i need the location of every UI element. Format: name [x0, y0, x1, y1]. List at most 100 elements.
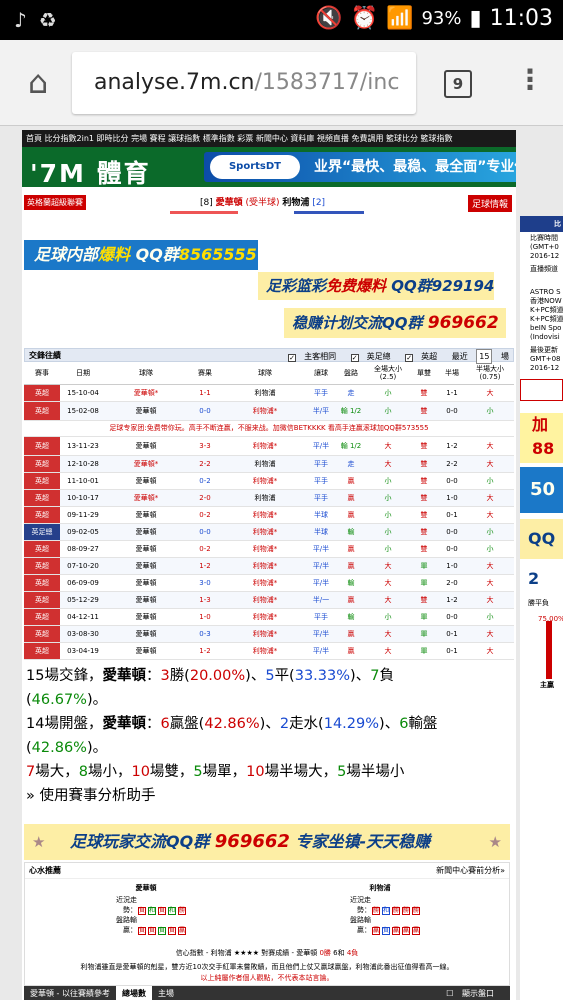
- home-team[interactable]: 愛華頓: [216, 198, 243, 208]
- away-team[interactable]: 利物浦: [282, 198, 309, 208]
- away-team-cell[interactable]: 利物浦*: [224, 523, 306, 541]
- recent-count-select[interactable]: 15: [476, 349, 493, 364]
- halftime-total-cell: 大: [466, 591, 514, 609]
- table-row[interactable]: 英足總 09-02-05 愛華頓 0-0 利物浦* 半球輸小雙 0-0 小: [24, 523, 514, 541]
- handicap-cell: 平/半: [306, 625, 336, 643]
- away-team-cell[interactable]: 利物浦*: [224, 574, 306, 592]
- tips-more-link[interactable]: 新聞中心賽前分析»: [436, 863, 505, 879]
- recent-label: 最近: [451, 352, 468, 361]
- away-team-cell[interactable]: 利物浦*: [224, 472, 306, 490]
- fa-cup-option[interactable]: ✓ 英足總: [345, 352, 391, 362]
- epl-option[interactable]: ✓ 英超: [399, 352, 437, 362]
- table-row[interactable]: 英超 04-12-11 愛華頓 1-0 利物浦* 平手輸小單 0-0 小: [24, 608, 514, 626]
- site-logo[interactable]: '7M 體育: [30, 154, 151, 187]
- column-header: 半場: [438, 362, 466, 385]
- top-navigation[interactable]: 首頁 比分指數2in1 即時比分 完場 賽程 讓球指數 標準指數 彩票 新聞中心…: [22, 130, 516, 147]
- summary-team: 愛華頓: [102, 716, 146, 732]
- table-row[interactable]: 英超 11-10-01 愛華頓 0-2 利物浦* 平手贏小雙 0-0 小: [24, 472, 514, 490]
- home-team-cell[interactable]: 愛華頓: [106, 642, 186, 660]
- league-cell: 英超: [24, 384, 60, 402]
- table-row[interactable]: 英超 15-02-08 愛華頓 0-0 利物浦* 半/平輸 1/2 小雙 0-0 小: [24, 401, 514, 421]
- result-cell: 贏: [336, 591, 366, 609]
- away-team-cell[interactable]: 利物浦*: [224, 401, 306, 421]
- home-team-cell[interactable]: 愛華頓*: [106, 384, 186, 402]
- table-row[interactable]: 英超 09-11-29 愛華頓 0-2 利物浦* 半球贏小雙 0-1 大: [24, 506, 514, 524]
- checkbox-icon[interactable]: ✓: [288, 354, 297, 362]
- date-cell: 05-12-29: [60, 591, 106, 609]
- checkbox-icon[interactable]: ✓: [405, 354, 414, 362]
- show-odds-toggle[interactable]: ☐ 顯示盤口: [440, 986, 506, 1000]
- away-team-cell[interactable]: 利物浦: [224, 489, 306, 507]
- league-cell: 英超: [24, 608, 60, 626]
- table-row[interactable]: 英超 08-09-27 愛華頓 0-2 利物浦* 平/半贏小雙 0-0 小: [24, 540, 514, 558]
- tab-total[interactable]: 總場數: [115, 986, 152, 1000]
- odd-even-cell: 雙: [410, 401, 438, 421]
- same-venue-option[interactable]: ✓ 主客相同: [282, 352, 336, 362]
- banner-ad[interactable]: SportsDT 业界“最快、最稳、最全面”专业体育数据服: [204, 152, 516, 182]
- ad-qq-group-star[interactable]: ★ 足球玩家交流QQ群 969662 专家坐镇-天天稳赚 ★: [24, 824, 510, 860]
- last-updated: 最後更新 GMT+08 2016-12: [520, 344, 563, 375]
- tab-home[interactable]: 主場: [152, 986, 180, 1000]
- home-team-cell[interactable]: 愛華頓: [106, 436, 186, 456]
- table-row[interactable]: 英超 13-11-23 愛華頓 3-3 利物浦* 平/半輸 1/2 大雙 1-2 大: [24, 436, 514, 456]
- confidence-stars: ★★★★: [233, 949, 260, 957]
- side-box: [520, 379, 563, 401]
- away-team-cell[interactable]: 利物浦*: [224, 625, 306, 643]
- score-cell: 0-2: [186, 472, 224, 490]
- ad-qq-group-1[interactable]: 足球内部爆料 QQ群8565555: [24, 240, 258, 270]
- home-icon[interactable]: ⌂: [18, 62, 58, 102]
- analysis-assistant-link[interactable]: » 使用賽事分析助手: [26, 784, 512, 808]
- away-team-cell[interactable]: 利物浦*: [224, 540, 306, 558]
- table-row[interactable]: 英超 03-08-30 愛華頓 0-3 利物浦* 平/半贏大單 0-1 大: [24, 625, 514, 643]
- ad-qq-group-2[interactable]: 足彩篮彩免费爆料 QQ群929194: [258, 272, 494, 300]
- league-cell: 英足總: [24, 523, 60, 541]
- checkbox-icon[interactable]: ✓: [350, 354, 359, 362]
- ad-qq-group-3[interactable]: 稳赚计划交流QQ群 969662: [284, 308, 506, 338]
- table-row[interactable]: 英超 12-10-28 愛華頓* 2-2 利物浦 平手走大雙 2-2 大: [24, 455, 514, 473]
- league-label[interactable]: 英格蘭超級聯賽: [24, 195, 86, 210]
- football-info-button[interactable]: 足球情報: [467, 195, 512, 212]
- promo-notice-row[interactable]: 足球专家团:免费带你玩。高手不断连赢，不服来战。加微信BETKKKK 看高手连赢…: [24, 420, 514, 437]
- home-team-cell[interactable]: 愛華頓: [106, 591, 186, 609]
- tab-switcher-button[interactable]: 9: [444, 70, 472, 98]
- handicap-cell: 平手: [306, 489, 336, 507]
- away-team-cell[interactable]: 利物浦: [224, 384, 306, 402]
- handicap-cell: 平手: [306, 472, 336, 490]
- table-row[interactable]: 英超 15-10-04 愛華頓* 1-1 利物浦 平手走小雙 1-1 大: [24, 384, 514, 402]
- away-team-cell[interactable]: 利物浦*: [224, 608, 306, 626]
- result-box: 贏: [402, 927, 410, 935]
- table-row[interactable]: 英超 03-04-19 愛華頓 1-2 利物浦* 平/半贏大單 0-1 大: [24, 642, 514, 660]
- home-team-cell[interactable]: 愛華頓: [106, 506, 186, 524]
- home-team-cell[interactable]: 愛華頓: [106, 574, 186, 592]
- away-team-cell[interactable]: 利物浦*: [224, 506, 306, 524]
- form-label: 盤路輸贏：: [116, 916, 137, 934]
- result-box: 負: [168, 927, 176, 935]
- home-team-cell[interactable]: 愛華頓*: [106, 455, 186, 473]
- table-row[interactable]: 英超 05-12-29 愛華頓 1-3 利物浦* 半/一贏大雙 1-2 大: [24, 591, 514, 609]
- mute-icon: 🔇: [315, 6, 343, 31]
- away-team-cell[interactable]: 利物浦: [224, 455, 306, 473]
- away-team-cell[interactable]: 利物浦*: [224, 591, 306, 609]
- side-ad-3[interactable]: QQ 2: [520, 519, 563, 588]
- home-team-cell[interactable]: 愛華頓: [106, 625, 186, 643]
- address-bar[interactable]: analyse.7m.cn/1583717/inc: [72, 52, 416, 114]
- away-team-cell[interactable]: 利物浦*: [224, 557, 306, 575]
- table-row[interactable]: 英超 10-10-17 愛華頓* 2-0 利物浦 平手贏小雙 1-0 大: [24, 489, 514, 507]
- result-cell: 走: [336, 455, 366, 473]
- side-ad-1[interactable]: 加 88: [520, 413, 563, 463]
- ad-text: 加: [532, 415, 549, 434]
- overflow-menu-icon[interactable]: ⋮: [516, 66, 544, 94]
- away-team-cell[interactable]: 利物浦*: [224, 642, 306, 660]
- away-team-cell[interactable]: 利物浦*: [224, 436, 306, 456]
- home-team-cell[interactable]: 愛華頓: [106, 472, 186, 490]
- home-team-cell[interactable]: 愛華頓*: [106, 489, 186, 507]
- summary-text: 場大，: [35, 764, 79, 780]
- home-team-cell[interactable]: 愛華頓: [106, 557, 186, 575]
- table-row[interactable]: 英超 06-09-09 愛華頓 3-0 利物浦* 平/半輸大單 2-0 大: [24, 574, 514, 592]
- home-team-cell[interactable]: 愛華頓: [106, 608, 186, 626]
- home-team-cell[interactable]: 愛華頓: [106, 540, 186, 558]
- home-team-cell[interactable]: 愛華頓: [106, 523, 186, 541]
- home-team-cell[interactable]: 愛華頓: [106, 401, 186, 421]
- side-ad-2[interactable]: 50: [520, 467, 563, 513]
- table-row[interactable]: 英超 07-10-20 愛華頓 1-2 利物浦* 平/半贏大單 1-0 大: [24, 557, 514, 575]
